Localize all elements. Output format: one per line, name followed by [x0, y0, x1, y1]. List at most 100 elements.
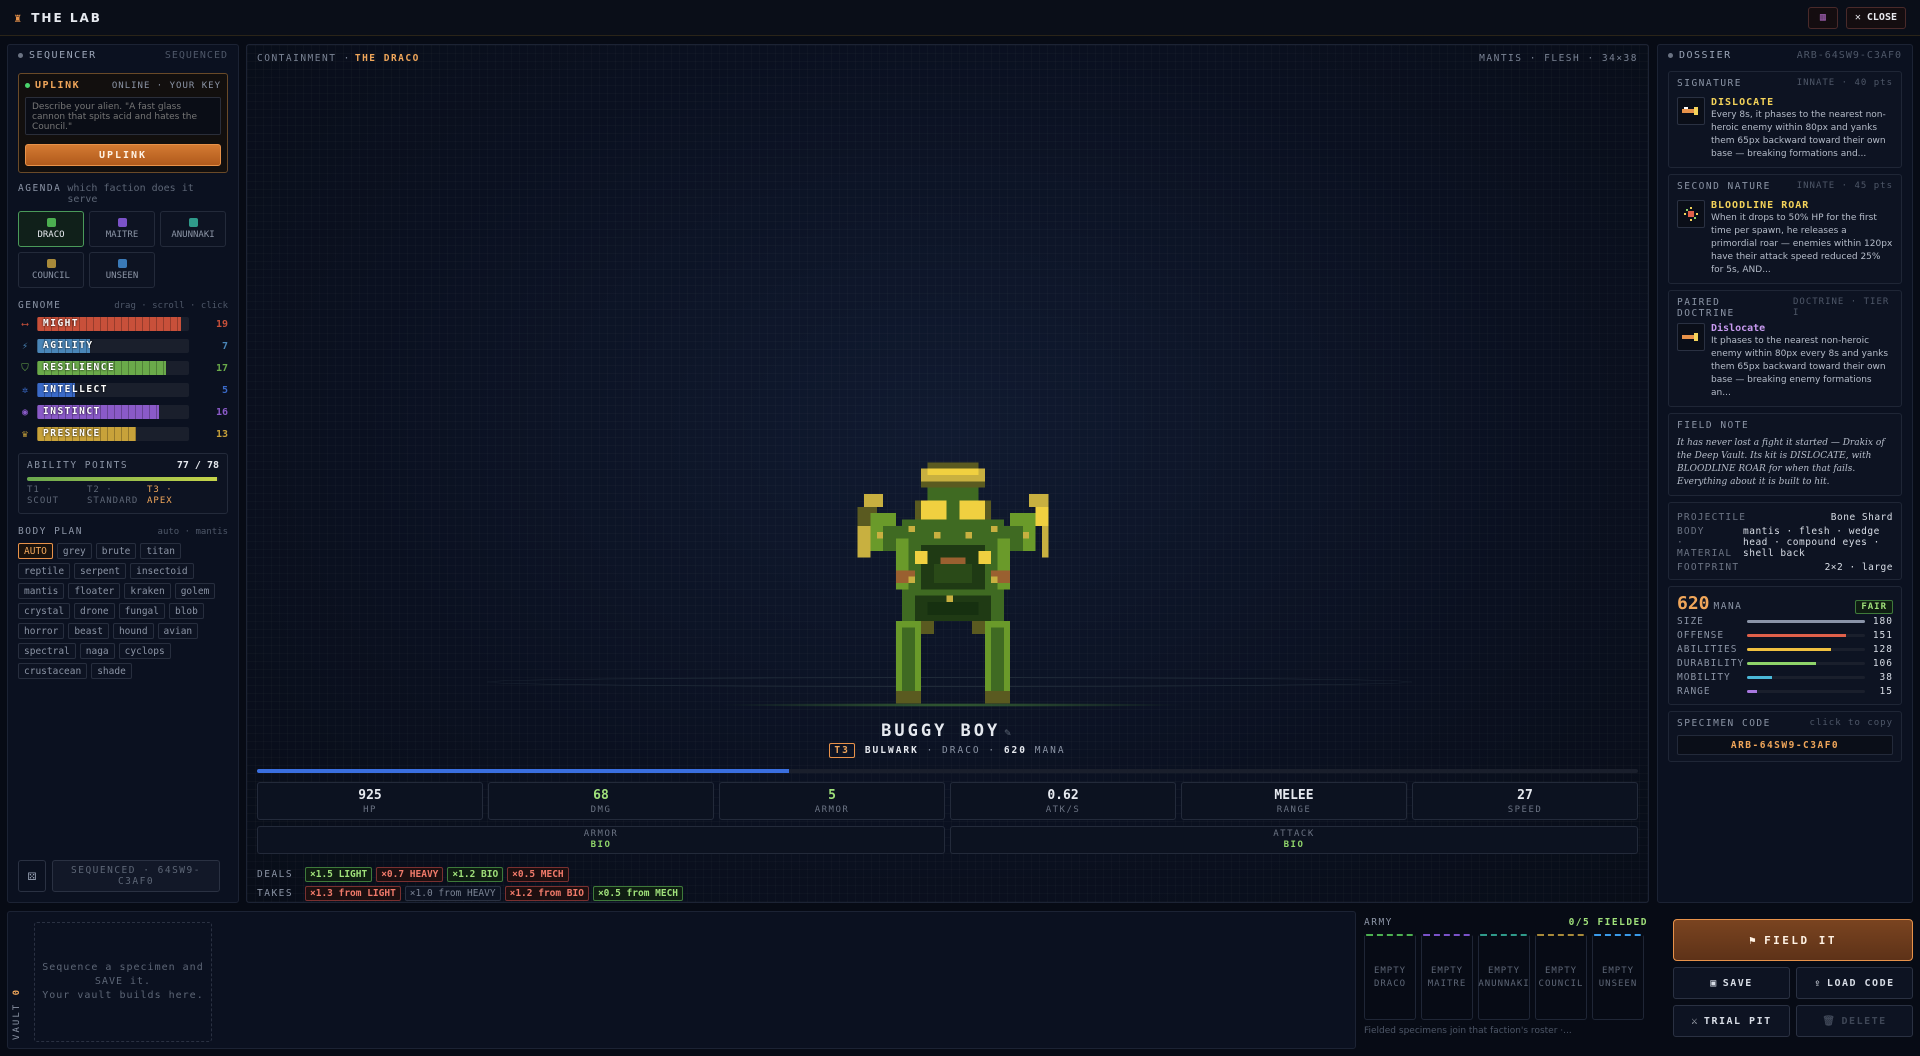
faction-anunnaki[interactable]: ANUNNAKI: [160, 211, 226, 247]
mana-row-label: ABILITIES: [1677, 643, 1738, 655]
ability-points-bar: [27, 477, 219, 481]
army-slot-council[interactable]: EMPTY COUNCIL: [1535, 934, 1587, 1020]
faction-label: MAITRE: [105, 230, 139, 240]
faction-unseen[interactable]: UNSEEN: [89, 252, 155, 288]
property-value: mantis · flesh · wedge head · compound e…: [1743, 526, 1880, 559]
faction-swatch-icon: [117, 218, 127, 227]
body-plan-crustacean[interactable]: crustacean: [18, 663, 88, 679]
alien-description-input[interactable]: [25, 97, 221, 135]
stat-slider[interactable]: AGILITY: [37, 339, 189, 353]
tier-1: T1 · SCOUT: [27, 485, 60, 506]
body-plan-beast[interactable]: beast: [68, 623, 109, 639]
faction-maitre[interactable]: MAITRE: [89, 211, 155, 247]
stat-value: 19: [215, 318, 228, 330]
second-nature-label: SECOND NATURE: [1677, 181, 1771, 192]
signature-label: SIGNATURE: [1677, 78, 1742, 89]
stat-agility[interactable]: ⚡ AGILITY 7: [8, 337, 238, 355]
body-plan-reptile[interactable]: reptile: [18, 563, 71, 579]
body-plan-crystal[interactable]: crystal: [18, 603, 71, 619]
body-plan-horror[interactable]: horror: [18, 623, 65, 639]
armor-type: ARMOR BIO: [257, 826, 945, 854]
army-slot-maitre[interactable]: EMPTY MAITRE: [1421, 934, 1473, 1020]
stat-name: MIGHT: [43, 318, 80, 329]
sequenced-code-button[interactable]: SEQUENCED · 64SW9-C3AF0: [52, 860, 220, 892]
body-plan-titan[interactable]: titan: [140, 543, 181, 559]
save-icon: ▣: [1710, 977, 1718, 989]
body-plan-shade[interactable]: shade: [91, 663, 132, 679]
stat-card-value: 5: [828, 787, 836, 803]
signature-name: DISLOCATE: [1711, 97, 1775, 108]
field-it-button[interactable]: ⚑ FIELD IT: [1673, 919, 1913, 961]
close-button[interactable]: ✕ CLOSE: [1845, 6, 1906, 29]
body-plan-brute[interactable]: brute: [95, 543, 137, 559]
body-plan-serpent[interactable]: serpent: [74, 563, 127, 579]
status-dot-icon: [18, 52, 23, 58]
body-plan-kraken[interactable]: kraken: [124, 583, 171, 599]
stat-slider[interactable]: RESILIENCE: [37, 361, 189, 375]
save-button[interactable]: ▣ SAVE: [1673, 967, 1790, 999]
signature-card: SIGNATURE INNATE · 40 pts DISLOCATE Every …: [1668, 71, 1902, 168]
lab-flask-icon: ♜: [14, 10, 22, 25]
faction-council[interactable]: COUNCIL: [18, 252, 84, 288]
stat-might[interactable]: ⟷ MIGHT 19: [8, 315, 238, 333]
genome-hint: drag · scroll · click: [114, 301, 228, 311]
body-plan-avian[interactable]: avian: [157, 623, 199, 639]
body-plan-drone[interactable]: drone: [74, 603, 115, 619]
edit-pencil-icon[interactable]: ✎: [1004, 726, 1014, 739]
stat-instinct[interactable]: ◉ INSTINCT 16: [8, 403, 238, 421]
mana-row-range: RANGE 15: [1677, 684, 1893, 698]
stat-intellect[interactable]: ✲ INTELLECT 5: [8, 381, 238, 399]
load-code-button[interactable]: ⇪ LOAD CODE: [1796, 967, 1913, 999]
uplink-button[interactable]: UPLINK: [25, 144, 221, 166]
army-slot-draco[interactable]: EMPTY DRACO: [1364, 934, 1416, 1020]
body-plan-golem[interactable]: golem: [174, 583, 216, 599]
body-plan-hound[interactable]: hound: [112, 623, 154, 639]
property-row: FOOTPRINT 2×2 · large: [1677, 562, 1893, 573]
mana-row-value: 38: [1879, 671, 1893, 683]
vault-toggle-button[interactable]: ▥: [1807, 6, 1838, 29]
stat-resilience[interactable]: ⛉ RESILIENCE 17: [8, 359, 238, 377]
health-bar: [257, 769, 1638, 773]
army-slot-anunnaki[interactable]: EMPTY ANUNNAKI: [1478, 934, 1530, 1020]
specimen-code-card[interactable]: SPECIMEN CODE click to copy ARB-64SW9-C3A…: [1668, 711, 1902, 762]
page-title: THE LAB: [31, 10, 102, 25]
specimen-sprite[interactable]: [845, 455, 1061, 711]
body-plan-auto[interactable]: AUTO: [18, 543, 53, 559]
property-value: 2×2 · large: [1824, 562, 1893, 573]
randomize-dice-button[interactable]: ⚄: [18, 860, 46, 892]
stat-slider[interactable]: INTELLECT: [37, 383, 189, 397]
uplink-status: ONLINE · YOUR KEY: [111, 80, 221, 91]
agility-icon: ⚡: [21, 340, 29, 352]
body-plan-blob[interactable]: blob: [168, 603, 204, 619]
takes-modifier: ×0.5 from MECH: [592, 886, 684, 901]
second-nature-card: SECOND NATURE INNATE · 45 pts BLOODLINE R…: [1668, 174, 1902, 284]
body-plan-floater[interactable]: floater: [68, 583, 121, 599]
body-plan-grey[interactable]: grey: [56, 543, 92, 559]
body-plan-insectoid[interactable]: insectoid: [130, 563, 194, 579]
delete-button[interactable]: 🗑 DELETE: [1796, 1005, 1913, 1037]
stat-slider[interactable]: MIGHT: [37, 317, 189, 331]
body-plan-fungal[interactable]: fungal: [118, 603, 165, 619]
specimen-code-value[interactable]: ARB-64SW9-C3AF0: [1677, 735, 1893, 755]
specimen-name[interactable]: BUGGY BOY ✎: [881, 721, 1014, 741]
deals-modifier: ×1.5 LIGHT: [305, 867, 373, 882]
uplink-title: UPLINK: [35, 80, 81, 91]
army-slot-unseen[interactable]: EMPTY UNSEEN: [1592, 934, 1644, 1020]
trial-pit-button[interactable]: ⚔ TRIAL PIT: [1673, 1005, 1790, 1037]
deals-modifiers: DEALS ×1.5 LIGHT ×0.7 HEAVY ×1.2 BIO ×0.5 ME…: [257, 867, 569, 882]
body-plan-cyclops[interactable]: cyclops: [118, 643, 171, 659]
body-plan-naga[interactable]: naga: [79, 643, 115, 659]
might-icon: ⟷: [21, 318, 29, 330]
tier-badge: T3: [829, 743, 855, 758]
body-plan-mantis[interactable]: mantis: [18, 583, 65, 599]
stat-card-label: RANGE: [1276, 804, 1312, 815]
body-plan-spectral[interactable]: spectral: [18, 643, 76, 659]
faction-label: DRACO: [37, 230, 65, 240]
faction-draco[interactable]: DRACO: [18, 211, 84, 247]
stat-slider[interactable]: PRESENCE: [37, 427, 189, 441]
stat-presence[interactable]: ♛ PRESENCE 13: [8, 425, 238, 443]
ability-points-value: 77 / 78: [176, 460, 219, 471]
takes-modifier: ×1.3 from LIGHT: [305, 886, 401, 901]
stat-slider[interactable]: INSTINCT: [37, 405, 189, 419]
doctrine-meta: DOCTRINE · TIER I: [1793, 297, 1890, 318]
